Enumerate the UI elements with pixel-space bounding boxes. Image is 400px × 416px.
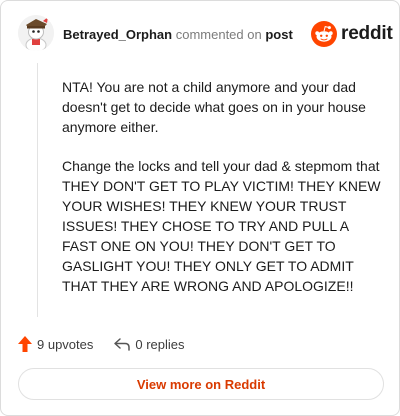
post-link[interactable]: post (265, 27, 292, 42)
action-text: commented on (175, 27, 262, 42)
comment-paragraph: NTA! You are not a child anymore and you… (62, 79, 366, 135)
comment-body: NTA! You are not a child anymore and you… (62, 77, 382, 315)
reddit-logo-icon (311, 21, 337, 47)
reddit-wordmark: reddit (341, 23, 393, 44)
upvote-arrow-icon (18, 336, 32, 352)
view-more-button[interactable]: View more on Reddit (18, 368, 384, 400)
comment-footer: 9 upvotes 0 replies (17, 334, 185, 354)
upvotes-label: 9 upvotes (37, 336, 94, 352)
reply-arrow-icon (114, 338, 131, 351)
user-avatar[interactable] (18, 15, 54, 51)
replies-stat[interactable]: 0 replies (113, 336, 185, 352)
comment-paragraph: Change the locks and tell your dad & ste… (62, 158, 381, 294)
avatar-image (18, 15, 54, 51)
comment-header: Betrayed_Orphan commented on post reddit (1, 1, 399, 67)
thread-line (37, 63, 38, 317)
replies-label: 0 replies (135, 336, 185, 352)
embedded-comment-card: Betrayed_Orphan commented on post reddit… (0, 0, 400, 416)
comment-byline: Betrayed_Orphan commented on post (63, 27, 293, 43)
reddit-brand[interactable]: reddit (311, 21, 393, 47)
username-link[interactable]: Betrayed_Orphan (63, 27, 172, 42)
upvotes-stat[interactable]: 9 upvotes (17, 335, 93, 353)
